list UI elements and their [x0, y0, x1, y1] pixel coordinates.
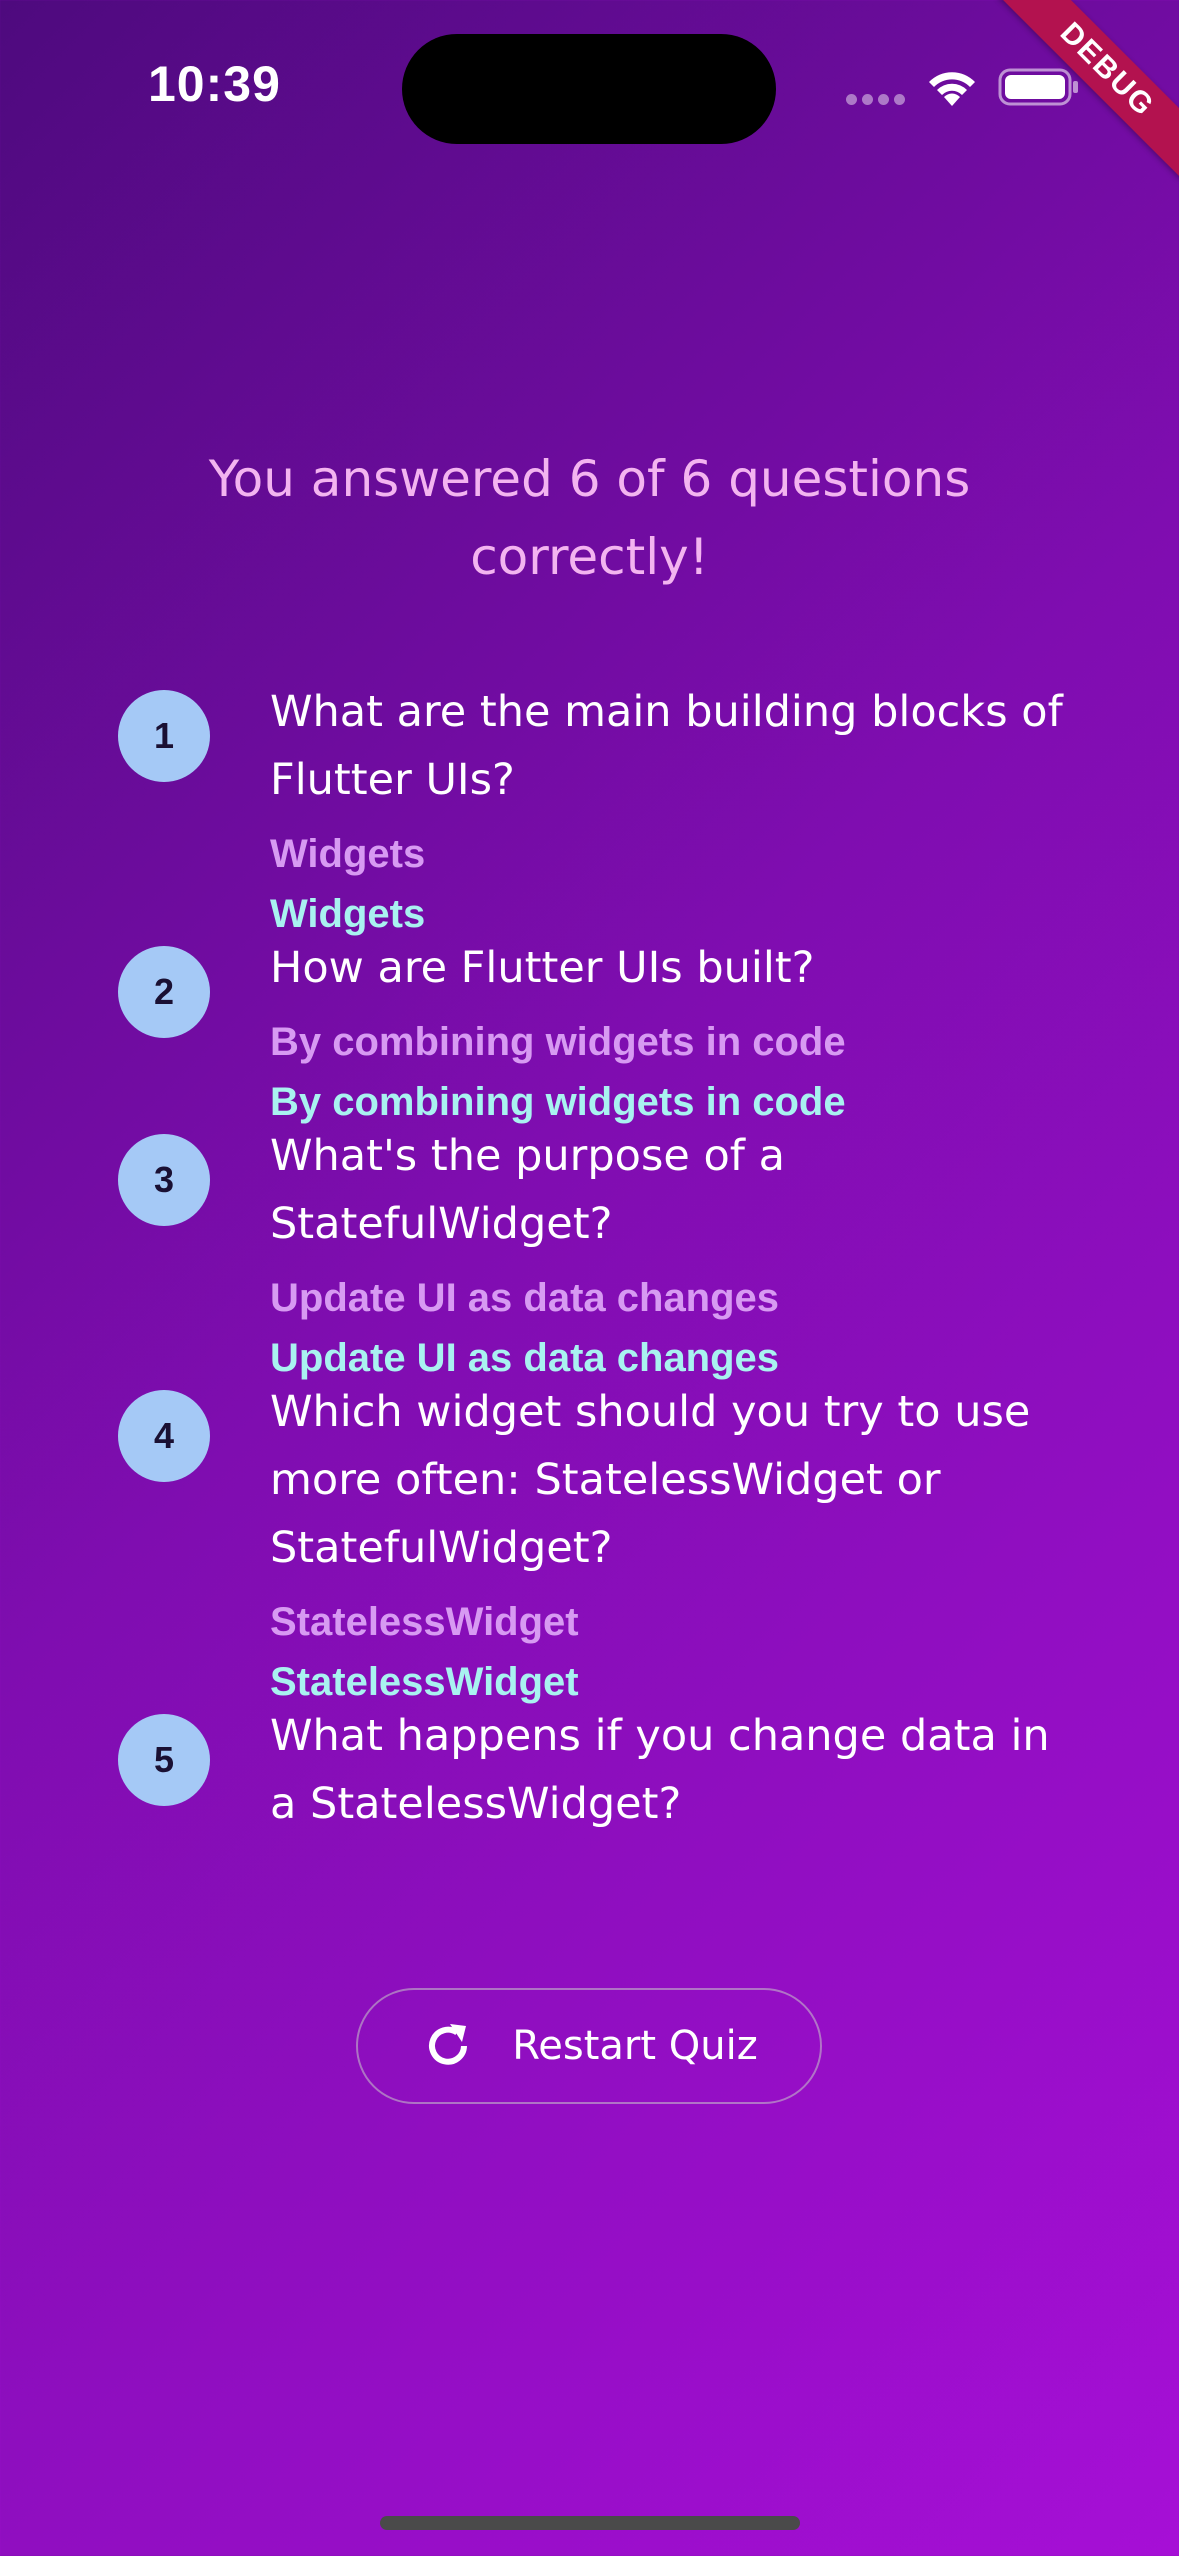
user-answer: StatelessWidget	[270, 1600, 579, 1644]
question-index-badge: 4	[118, 1390, 210, 1482]
result-item: 1 What are the main building blocks of F…	[118, 690, 1078, 942]
cellular-signal-icon	[846, 94, 906, 106]
dynamic-island	[402, 34, 776, 144]
question-text: What happens if you change data in a Sta…	[270, 1711, 1050, 1829]
status-time: 10:39	[148, 56, 281, 112]
summary-title: You answered 6 of 6 questions correctly!	[208, 450, 971, 586]
wifi-icon	[929, 72, 975, 106]
user-answer: Update UI as data changes	[270, 1276, 780, 1320]
restart-quiz-button[interactable]: Restart Quiz	[356, 1988, 822, 2104]
question-text: What are the main building blocks of Flu…	[270, 690, 1063, 805]
user-answer: Widgets	[270, 832, 426, 876]
result-item: 4 Which widget should you try to use mor…	[118, 1387, 1078, 1710]
question-text: Which widget should you try to use more …	[270, 1387, 1031, 1573]
result-item: 3 What's the purpose of a StatefulWidget…	[118, 1131, 1078, 1386]
result-item: 5 What happens if you change data in a S…	[118, 1711, 1078, 1838]
question-index-badge: 3	[118, 1134, 210, 1226]
refresh-icon	[429, 2024, 468, 2065]
results-list[interactable]: 1 What are the main building blocks of F…	[0, 690, 1179, 1886]
restart-quiz-label: Restart Quiz	[512, 2023, 758, 2069]
home-indicator[interactable]	[380, 2516, 800, 2530]
result-item: 2 How are Flutter UIs built? By combinin…	[118, 943, 1078, 1130]
question-index-badge: 5	[118, 1714, 210, 1806]
question-text: How are Flutter UIs built?	[270, 943, 815, 993]
battery-icon	[998, 68, 1078, 106]
question-text: What's the purpose of a StatefulWidget?	[270, 1131, 785, 1249]
question-index-badge: 2	[118, 946, 210, 1038]
user-answer: By combining widgets in code	[270, 1020, 846, 1064]
question-index-badge: 1	[118, 690, 210, 782]
